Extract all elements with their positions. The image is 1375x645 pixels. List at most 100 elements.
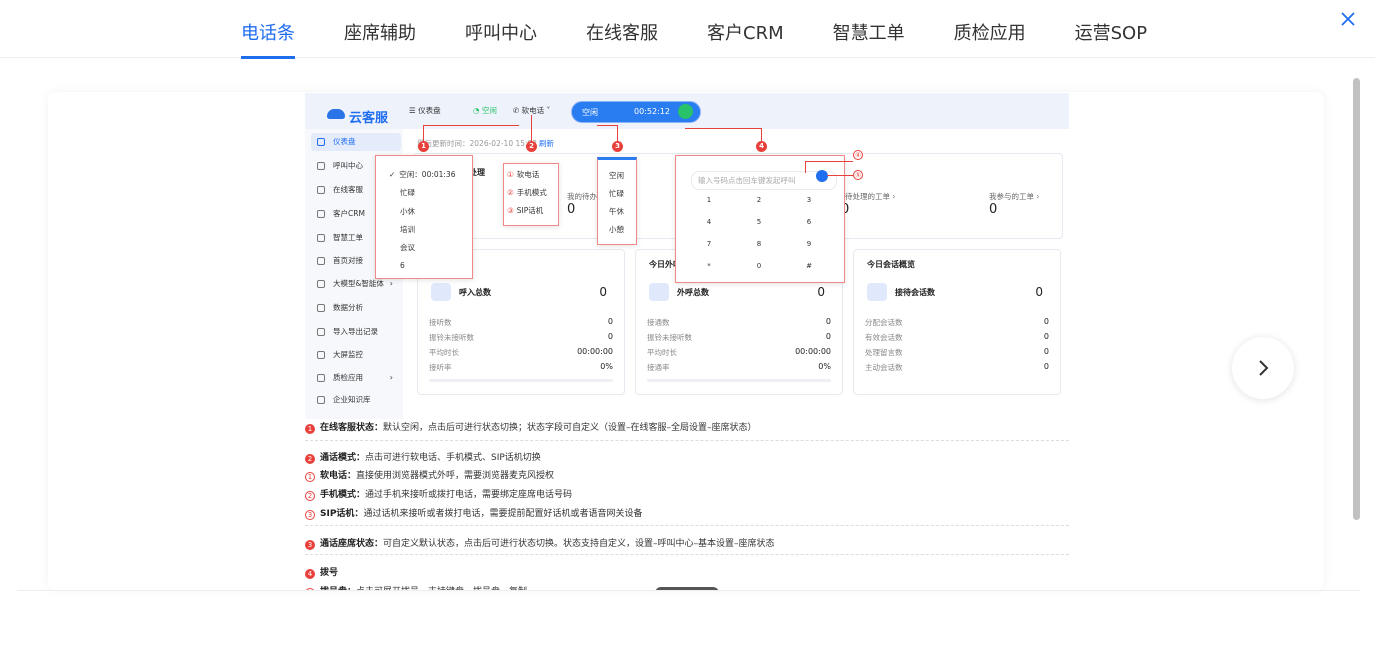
stat-row-label: 有效会话数 — [865, 333, 903, 342]
stat-main-label: 呼入总数 — [459, 288, 491, 297]
leader-line — [423, 125, 519, 126]
dialpad-key: * — [707, 262, 711, 270]
sidebar-item-label: 仪表盘 — [333, 137, 356, 146]
menu-icon — [317, 186, 325, 194]
pill-status: 空闲 — [582, 108, 598, 117]
sidebar-item-label: 智慧工单 — [333, 233, 363, 242]
check-icon: ✓ — [389, 170, 396, 179]
inner-online-status: ◔ 空闲 — [473, 106, 497, 115]
tab-smart-ticket[interactable]: 智慧工单 — [833, 0, 905, 58]
menu-icon — [317, 162, 325, 170]
agent-status-option: 忙碌 — [609, 189, 624, 198]
note-text: 通过话机来接听或者拨打电话，需要提前配置好话机或者语音网关设备 — [363, 509, 643, 519]
tab-online-service[interactable]: 在线客服 — [586, 0, 658, 58]
leader-line — [805, 161, 853, 162]
note-title: 通话座席状态： — [320, 539, 384, 549]
top-navigation: 电话条 座席辅助 呼叫中心 在线客服 客户CRM 智慧工单 质检应用 运营SOP — [0, 0, 1375, 59]
divider — [305, 554, 1069, 555]
note-title: 通话模式： — [320, 453, 366, 463]
sidebar-item: 大屏监控 — [311, 346, 401, 364]
explanation-note: 2 手机模式：通过手机来接听或拨打电话，需要绑定座席电话号码 — [305, 487, 572, 501]
note-text: 可自定义默认状态，点击后可进行状态切换。状态支持自定义，设置–呼叫中心–基本设置… — [383, 539, 775, 549]
status-option: 6 — [400, 261, 405, 270]
cloud-logo-icon — [327, 109, 345, 119]
sidebar-item: 导入导出记录 — [311, 323, 401, 341]
status-option-label: 培训 — [400, 225, 415, 234]
tab-operation-sop[interactable]: 运营SOP — [1075, 0, 1147, 58]
my-pending-value: 0 — [567, 202, 576, 217]
option-number: ① — [507, 170, 514, 179]
note-title: 手机模式： — [320, 490, 366, 500]
dialpad-key: 7 — [706, 240, 712, 248]
tab-quality-inspection[interactable]: 质检应用 — [954, 0, 1026, 58]
status-option-label: 会议 — [400, 243, 415, 252]
stat-row-label: 处理留言数 — [865, 348, 903, 357]
stat-row-value: 0 — [1043, 317, 1049, 326]
status-option-label: 6 — [400, 261, 405, 270]
stat-row-value: 00:00:00 — [795, 347, 831, 356]
note-number: 4 — [305, 569, 315, 579]
dialpad-key: 4 — [706, 218, 712, 226]
leader-line — [827, 175, 853, 176]
phone-icon — [431, 283, 451, 301]
stat-row-value: 0% — [818, 362, 831, 371]
sidebar-item-label: 客户CRM — [333, 209, 365, 218]
menu-icon — [317, 396, 325, 404]
part-ticket-value: 0 — [989, 202, 998, 217]
tab-agent-assist[interactable]: 座席辅助 — [344, 0, 416, 58]
dialpad-key: 5 — [756, 218, 762, 226]
dial-number-input: 输入号码点击回车键发起呼叫 — [691, 171, 837, 190]
stat-main-value: 0 — [599, 285, 607, 299]
callout-marker-4-sub: ④ — [853, 150, 863, 160]
callout-marker-2: 2 — [526, 141, 537, 152]
explanation-note: 3 SIP话机：通过话机来接听或者拨打电话，需要提前配置好话机或者语音网关设备 — [305, 506, 642, 520]
dialpad-key: 8 — [756, 240, 762, 248]
stat-main-label: 接待会话数 — [895, 288, 935, 297]
status-option: 小休 — [400, 206, 415, 217]
tab-crm[interactable]: 客户CRM — [707, 0, 784, 58]
dialpad-key: 0 — [756, 262, 762, 270]
dialpad-key: # — [806, 262, 812, 270]
wait-ticket-label: 待处理的工单 › — [845, 192, 896, 201]
callout-marker-5-sub: ⑤ — [853, 170, 863, 180]
tab-call-center[interactable]: 呼叫中心 — [465, 0, 537, 58]
close-icon[interactable] — [1337, 8, 1359, 30]
menu-icon — [317, 210, 325, 218]
stat-row-label: 分配会话数 — [865, 318, 903, 327]
vertical-scrollbar[interactable] — [1353, 78, 1360, 520]
sidebar-item-label: 大模型&智能体 — [333, 279, 384, 288]
sidebar-item: 质检应用 › — [311, 369, 401, 387]
my-pending-label: 我的待办 — [567, 192, 597, 201]
stat-row-label: 主动会话数 — [865, 363, 903, 372]
note-number: 2 — [305, 454, 315, 464]
status-option: ✓ 空闲：00:01:36 — [389, 169, 455, 180]
refresh-link: 刷新 — [539, 139, 554, 148]
next-slide-button[interactable] — [1232, 337, 1294, 399]
divider — [305, 525, 1069, 526]
leader-line — [685, 128, 761, 129]
product-screenshot: 云客服 ☰ 仪表盘 ◔ 空闲 ✆ 软电话 ˅ 空闲 00:52:12 仪表盘 呼叫… — [305, 93, 1069, 590]
status-option-label: 空闲：00:01:36 — [399, 170, 456, 179]
stat-row-value: 0 — [1043, 362, 1049, 371]
stat-row-label: 平均时长 — [647, 348, 677, 357]
stat-row-value: 0 — [825, 317, 831, 326]
progress-bar — [647, 379, 831, 382]
dial-call-icon — [816, 170, 828, 182]
stat-row-label: 接听数 — [429, 318, 452, 327]
stat-row-label: 振铃未接听数 — [647, 333, 692, 342]
agent-status-option: 空闲 — [609, 171, 624, 180]
note-number: 1 — [305, 424, 315, 434]
leader-line — [617, 125, 618, 141]
leader-line — [423, 125, 424, 141]
note-number: 3 — [305, 510, 315, 520]
note-text: 通过手机来接听或拨打电话，需要绑定座席电话号码 — [365, 490, 573, 500]
sidebar-item-label: 导入导出记录 — [333, 327, 378, 336]
sidebar-item-label: 大屏监控 — [333, 350, 363, 359]
stat-row-label: 平均时长 — [429, 348, 459, 357]
call-mode-label: SIP话机 — [516, 206, 544, 215]
note-title: 软电话： — [320, 471, 357, 481]
callout-marker-4: 4 — [756, 141, 767, 152]
option-number: ② — [507, 188, 514, 197]
tab-phone-bar[interactable]: 电话条 — [241, 0, 295, 59]
part-ticket-label: 我参与的工单 › — [989, 192, 1040, 201]
